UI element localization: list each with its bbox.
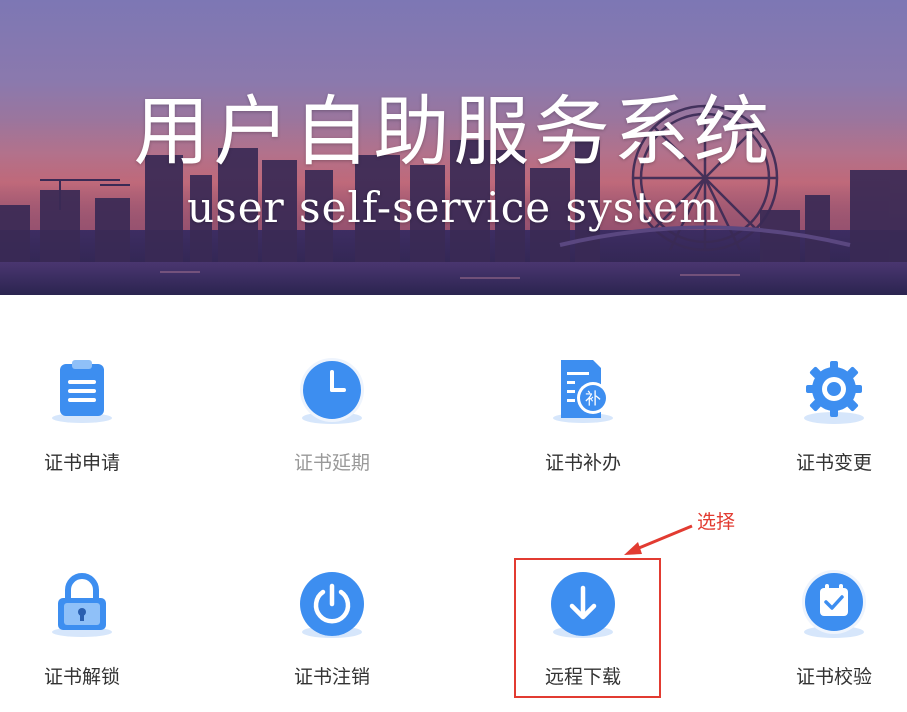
calendar-check-icon [802, 570, 866, 638]
tile-label: 证书补办 [544, 452, 621, 474]
svg-text:补: 补 [585, 389, 601, 408]
tile-label: 证书注销 [293, 666, 370, 688]
power-icon [300, 572, 364, 638]
padlock-icon [52, 573, 112, 637]
gear-icon [804, 361, 864, 424]
tile-certificate-reissue[interactable]: 补 证书补办 [503, 356, 663, 486]
tile-label: 证书校验 [795, 666, 872, 688]
tile-label: 证书解锁 [43, 666, 120, 688]
tile-label: 证书延期 [293, 452, 370, 474]
tile-label: 证书申请 [43, 452, 120, 474]
document-reissue-icon: 补 [553, 360, 613, 423]
banner-title: 用户自助服务系统 [133, 87, 774, 176]
tile-certificate-apply[interactable]: 证书申请 [2, 356, 162, 486]
banner-subtitle: user self-service system [187, 183, 720, 232]
annotation-arrow-icon [624, 524, 693, 555]
annotation-label: 选择 [697, 511, 736, 533]
clock-icon [300, 358, 364, 424]
tile-certificate-unlock[interactable]: 证书解锁 [2, 570, 162, 700]
tile-certificate-change[interactable]: 证书变更 [754, 356, 907, 486]
tile-certificate-revoke[interactable]: 证书注销 [252, 570, 412, 700]
tile-certificate-verify[interactable]: 证书校验 [754, 570, 907, 700]
tile-label: 证书变更 [795, 452, 872, 474]
header-banner: 用户自助服务系统 user self-service system [0, 0, 907, 295]
selection-highlight-box [514, 558, 661, 698]
clipboard-list-icon [52, 360, 112, 423]
tile-certificate-extend[interactable]: 证书延期 [252, 356, 412, 486]
